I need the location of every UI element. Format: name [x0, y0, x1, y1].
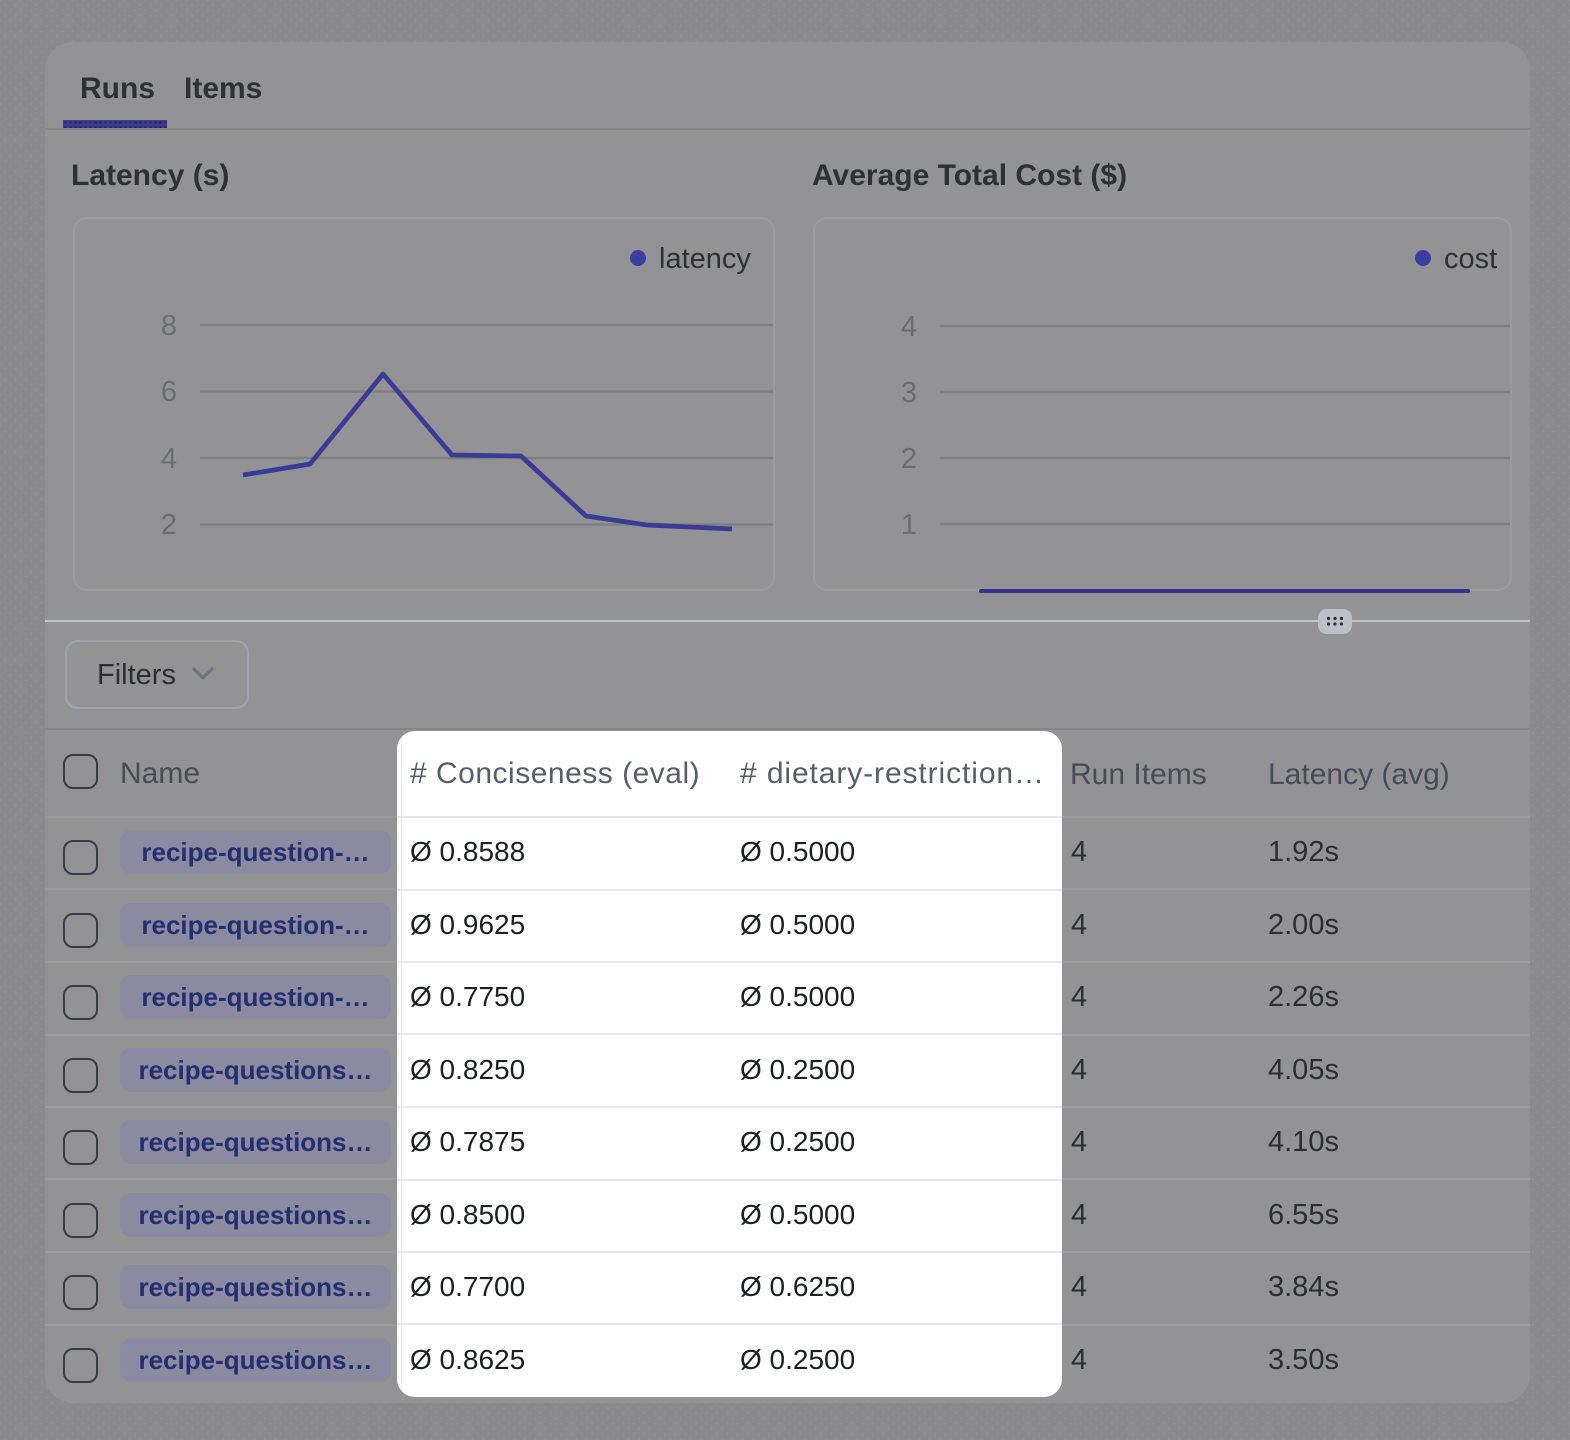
svg-text:4: 4 — [901, 311, 917, 343]
svg-text:2: 2 — [161, 509, 177, 541]
svg-text:3: 3 — [901, 377, 917, 409]
svg-text:cost: cost — [1444, 243, 1497, 275]
svg-text:2: 2 — [901, 443, 917, 475]
svg-text:1: 1 — [901, 509, 917, 541]
svg-text:4: 4 — [161, 443, 177, 475]
svg-text:8: 8 — [161, 310, 177, 342]
svg-text:6: 6 — [161, 376, 177, 408]
svg-text:latency: latency — [659, 243, 751, 275]
